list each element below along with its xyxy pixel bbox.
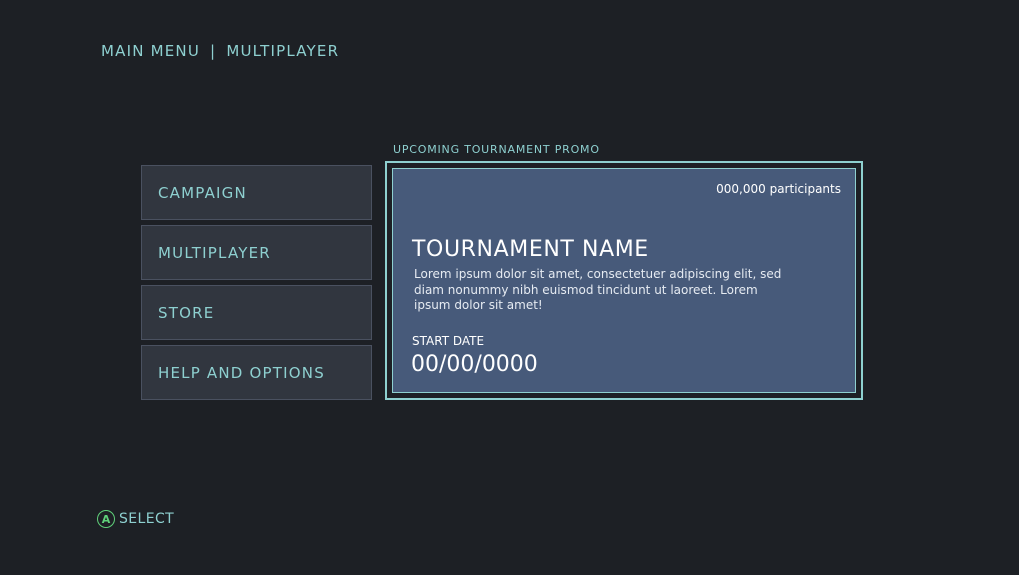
menu-item-label: HELP AND OPTIONS <box>158 363 325 382</box>
tournament-promo-card: 000,000 participants TOURNAMENT NAME Lor… <box>392 168 856 393</box>
breadcrumb: MAIN MENU | MULTIPLAYER <box>101 42 339 60</box>
menu-item-multiplayer[interactable]: MULTIPLAYER <box>141 225 372 280</box>
a-button-icon: A <box>97 510 115 528</box>
breadcrumb-current: MULTIPLAYER <box>226 42 340 60</box>
menu-item-store[interactable]: STORE <box>141 285 372 340</box>
tournament-name: TOURNAMENT NAME <box>412 237 649 262</box>
promo-section-label: UPCOMING TOURNAMENT PROMO <box>393 143 600 156</box>
menu-item-label: STORE <box>158 303 215 322</box>
multiplayer-screen: MAIN MENU | MULTIPLAYER CAMPAIGN MULTIPLAY… <box>0 0 1019 575</box>
tournament-description: Lorem ipsum dolor sit amet, consectetuer… <box>414 267 782 312</box>
start-date-value: 00/00/0000 <box>411 352 538 377</box>
tournament-promo-tile[interactable]: 000,000 participants TOURNAMENT NAME Lor… <box>385 161 863 400</box>
select-label: SELECT <box>119 511 175 527</box>
start-date-label: START DATE <box>412 334 485 348</box>
breadcrumb-separator: | <box>210 42 217 60</box>
menu-item-campaign[interactable]: CAMPAIGN <box>141 165 372 220</box>
menu-item-label: CAMPAIGN <box>158 183 247 202</box>
menu-item-label: MULTIPLAYER <box>158 243 271 262</box>
breadcrumb-main-menu[interactable]: MAIN MENU <box>101 42 200 60</box>
participants-count: 000,000 participants <box>716 182 841 196</box>
select-hint[interactable]: A SELECT <box>97 510 174 528</box>
menu-item-help-and-options[interactable]: HELP AND OPTIONS <box>141 345 372 400</box>
main-menu-list: CAMPAIGN MULTIPLAYER STORE HELP AND OPTI… <box>141 165 372 405</box>
